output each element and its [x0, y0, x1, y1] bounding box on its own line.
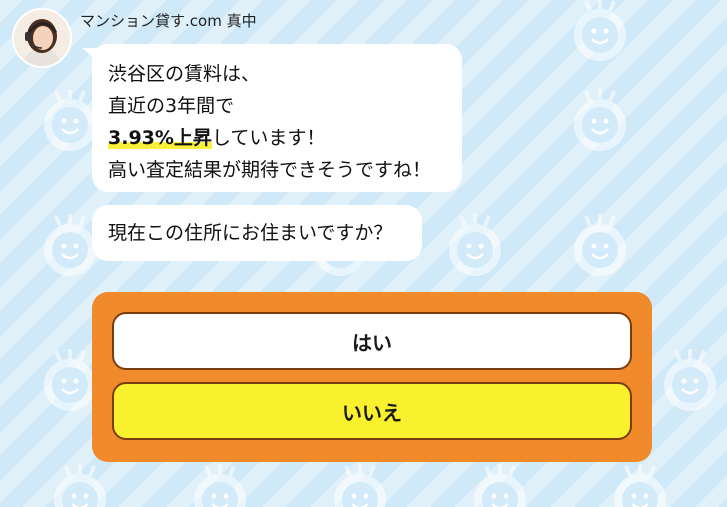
message-line: 直近の3年間で	[108, 95, 235, 117]
chat-bubble-rent-info: 渋谷区の賃料は、 直近の3年間で 3.93%上昇しています！ 高い査定結果が期待…	[82, 44, 462, 192]
operator-avatar-icon	[14, 10, 70, 66]
mascot-icon	[572, 0, 628, 63]
answer-panel: はい いいえ	[92, 292, 652, 462]
mascot-icon	[332, 462, 388, 507]
chat-bubble-question: 現在この住所にお住まいですか？	[92, 205, 422, 261]
operator-avatar	[12, 8, 72, 68]
mascot-icon	[662, 347, 718, 413]
message-line-rest: しています！	[211, 127, 326, 149]
sender-name: マンション貸す.com 真中	[80, 12, 257, 30]
mascot-icon	[612, 462, 668, 507]
yes-button[interactable]: はい	[112, 312, 632, 370]
highlight-rate: 3.93%上昇	[108, 127, 212, 149]
no-button[interactable]: いいえ	[112, 382, 632, 440]
mascot-icon	[42, 212, 98, 278]
mascot-icon	[42, 87, 98, 153]
mascot-icon	[52, 462, 108, 507]
message-line: 高い査定結果が期待できそうですね！	[108, 159, 432, 181]
mascot-icon	[472, 462, 528, 507]
message-line: 渋谷区の賃料は、	[108, 63, 261, 85]
mascot-icon	[447, 212, 503, 278]
mascot-icon	[42, 347, 98, 413]
mascot-icon	[572, 212, 628, 278]
message-line: 3.93%上昇しています！	[108, 122, 446, 154]
mascot-icon	[572, 87, 628, 153]
mascot-icon	[192, 462, 248, 507]
